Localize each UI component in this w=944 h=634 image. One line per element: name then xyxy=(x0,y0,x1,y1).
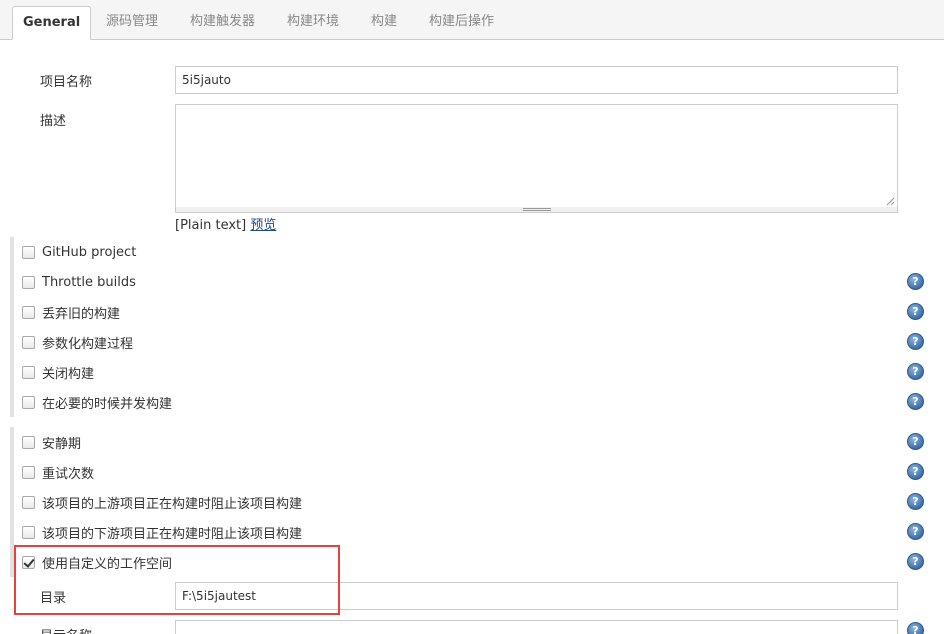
tab-source-code-management[interactable]: 源码管理 xyxy=(106,6,158,40)
option-label: 该项目的上游项目正在构建时阻止该项目构建 xyxy=(42,496,303,512)
resize-grip-icon xyxy=(523,208,551,211)
option-block-when-upstream-building[interactable]: 该项目的上游项目正在构建时阻止该项目构建 xyxy=(22,491,302,513)
discard-old-builds-checkbox[interactable] xyxy=(22,305,35,319)
description-format-hint: [Plain text] 预览 xyxy=(175,214,276,233)
help-icon[interactable]: ? xyxy=(907,622,924,634)
description-textarea[interactable] xyxy=(175,104,898,208)
project-name-label: 项目名称 xyxy=(40,75,93,90)
tab-post-build-actions[interactable]: 构建后操作 xyxy=(429,6,494,40)
github-project-checkbox[interactable] xyxy=(22,245,35,259)
display-name-label: 显示名称 xyxy=(40,625,92,634)
help-icon[interactable]: ? xyxy=(907,493,924,510)
block-downstream-checkbox[interactable] xyxy=(22,525,35,539)
textarea-corner-grip-icon[interactable] xyxy=(885,196,895,206)
help-icon[interactable]: ? xyxy=(907,303,924,320)
throttle-builds-checkbox[interactable] xyxy=(22,275,35,289)
option-label: 安静期 xyxy=(42,436,82,452)
tab-build-environment[interactable]: 构建环境 xyxy=(287,6,339,40)
option-label: 重试次数 xyxy=(42,466,95,482)
help-icon[interactable]: ? xyxy=(907,523,924,540)
display-name-input[interactable] xyxy=(175,620,898,634)
option-label: 参数化构建过程 xyxy=(42,336,134,352)
help-icon[interactable]: ? xyxy=(907,553,924,570)
help-icon[interactable]: ? xyxy=(907,333,924,350)
config-tab-bar: General 源码管理 构建触发器 构建环境 构建 构建后操作 xyxy=(0,0,944,40)
help-icon[interactable]: ? xyxy=(907,433,924,450)
textarea-resize-handle[interactable] xyxy=(175,207,898,213)
parameterized-build-checkbox[interactable] xyxy=(22,335,35,349)
tab-general[interactable]: General xyxy=(12,6,92,40)
preview-link[interactable]: 预览 xyxy=(250,218,276,233)
help-icon[interactable]: ? xyxy=(907,463,924,480)
option-block-when-downstream-building[interactable]: 该项目的下游项目正在构建时阻止该项目构建 xyxy=(22,521,302,543)
disable-build-checkbox[interactable] xyxy=(22,365,35,379)
tab-build-triggers[interactable]: 构建触发器 xyxy=(190,6,255,40)
option-throttle-builds[interactable]: Throttle builds xyxy=(22,271,136,293)
help-icon[interactable]: ? xyxy=(907,393,924,410)
concurrent-builds-checkbox[interactable] xyxy=(22,395,35,409)
description-label: 描述 xyxy=(40,114,67,129)
option-github-project[interactable]: GitHub project xyxy=(22,241,136,263)
quiet-period-checkbox[interactable] xyxy=(22,435,35,449)
options-section-bar-1 xyxy=(10,237,14,417)
project-name-input[interactable] xyxy=(175,66,898,94)
block-upstream-checkbox[interactable] xyxy=(22,495,35,509)
option-label: 在必要的时候并发构建 xyxy=(42,396,173,412)
option-discard-old-builds[interactable]: 丢弃旧的构建 xyxy=(22,301,120,323)
plain-text-label: [Plain text] xyxy=(175,218,247,233)
tab-build[interactable]: 构建 xyxy=(371,6,397,40)
option-label: Throttle builds xyxy=(42,274,136,290)
highlight-annotation-box xyxy=(14,545,340,615)
help-icon[interactable]: ? xyxy=(907,273,924,290)
option-disable-build[interactable]: 关闭构建 xyxy=(22,361,94,383)
option-label: 该项目的下游项目正在构建时阻止该项目构建 xyxy=(42,526,303,542)
option-concurrent-builds[interactable]: 在必要的时候并发构建 xyxy=(22,391,172,413)
retry-count-checkbox[interactable] xyxy=(22,465,35,479)
help-icon[interactable]: ? xyxy=(907,363,924,380)
option-retry-count[interactable]: 重试次数 xyxy=(22,461,94,483)
option-label: 丢弃旧的构建 xyxy=(42,306,121,322)
option-parameterized-build[interactable]: 参数化构建过程 xyxy=(22,331,133,353)
option-label: GitHub project xyxy=(42,244,137,260)
option-quiet-period[interactable]: 安静期 xyxy=(22,431,81,453)
option-label: 关闭构建 xyxy=(42,366,95,382)
